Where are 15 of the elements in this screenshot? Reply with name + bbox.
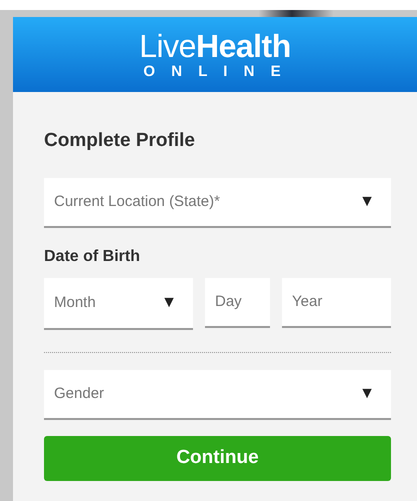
dropdown-arrow-icon: ▼: [161, 290, 177, 314]
logo-subtitle: O N L I N E: [143, 62, 287, 80]
placeholder-text: Gender: [54, 384, 104, 404]
gender-dropdown[interactable]: Gender ▼: [44, 370, 391, 420]
placeholder-text: Current Location (State)*: [54, 192, 220, 212]
month-dropdown[interactable]: Month ▼: [44, 278, 193, 330]
dropdown-arrow-icon: ▼: [359, 382, 375, 406]
day-field[interactable]: Day: [205, 278, 270, 328]
form-title: Complete Profile: [44, 129, 196, 153]
location-dropdown[interactable]: Current Location (State)* ▼: [44, 178, 391, 228]
placeholder-text: Month: [54, 293, 96, 314]
logo-text: LiveHealth: [139, 28, 291, 62]
year-field[interactable]: Year: [282, 278, 391, 328]
date-of-birth-label: Date of Birth: [44, 246, 141, 266]
dropdown-arrow-icon: ▼: [359, 190, 375, 214]
